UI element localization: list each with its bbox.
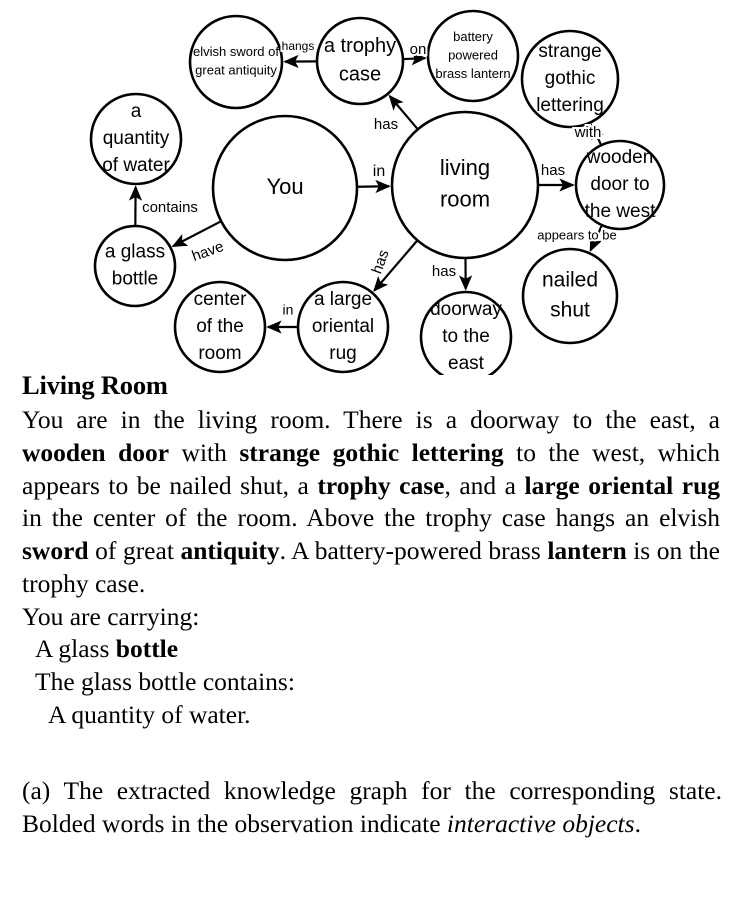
graph-node[interactable]: battery powered brass lantern: [426, 9, 520, 103]
graph-edge-label: has: [432, 263, 456, 280]
interactive-object-word: sword: [22, 536, 89, 566]
graph-node[interactable]: doorwayto theeast: [419, 290, 513, 375]
graph-node-circle[interactable]: [93, 224, 177, 308]
graph-edge-label: have: [190, 238, 226, 265]
graph-node[interactable]: nailed shut: [521, 247, 619, 345]
graph-node-label: center: [194, 289, 247, 310]
graph-node-label: case: [339, 63, 381, 85]
emphasis-text: interactive objects: [446, 808, 635, 838]
graph-node-label: elvish sword of: [193, 44, 279, 59]
graph-node-label: living: [440, 155, 490, 180]
graph-node[interactable]: elvish sword of great antiquity: [188, 14, 284, 110]
carrying-item: A glass bottle: [35, 634, 179, 664]
graph-node-circle[interactable]: [315, 16, 405, 106]
carrying-items: A glass bottle The glass bottle contains:…: [22, 633, 720, 731]
interactive-object-word: wooden door: [22, 437, 170, 467]
graph-edge-label: contains: [142, 199, 198, 216]
graph-node-circle[interactable]: [390, 110, 540, 260]
carrying-header: You are carrying:: [22, 601, 200, 631]
graph-nodes: elvish sword of great antiquity a trophy ca…: [89, 9, 666, 375]
observation-block: Living Room You are in the living room. …: [22, 368, 720, 732]
graph-node-circle[interactable]: [521, 247, 619, 345]
graph-node[interactable]: You: [211, 114, 359, 262]
graph-node-label: doorway: [430, 299, 502, 320]
graph-node-label: nailed: [542, 269, 598, 292]
graph-edge-label: has: [374, 116, 398, 133]
graph-node[interactable]: a large oriental rug: [296, 280, 390, 374]
graph-node-label: a trophy: [324, 35, 396, 57]
graph-node[interactable]: living room: [390, 110, 540, 260]
graph-node-label: a: [131, 101, 142, 122]
graph-node-label: room: [198, 343, 241, 364]
knowledge-graph: elvish sword of great antiquity a trophy ca…: [0, 0, 740, 375]
graph-node-label: rug: [329, 343, 356, 364]
graph-node-label: a glass: [105, 242, 165, 263]
interactive-object-word: antiquity: [180, 536, 280, 566]
graph-node-label: quantity: [103, 128, 170, 149]
interactive-object-word: strange gothic lettering: [239, 437, 504, 467]
graph-node-label: great antiquity: [195, 63, 277, 78]
interactive-object-word: trophy case: [317, 470, 445, 500]
graph-edge-label: hangs: [282, 39, 315, 53]
graph-edge-label: with: [574, 124, 602, 141]
graph-node-label: door to: [590, 174, 649, 195]
page-title: Living Room: [22, 370, 168, 400]
graph-node-label: bottle: [112, 269, 158, 290]
interactive-object-word: lantern: [547, 536, 627, 566]
graph-edge-label: in: [283, 302, 294, 318]
graph-edge-label: has: [541, 162, 565, 179]
interactive-object-word: large oriental rug: [524, 470, 721, 500]
graph-edge-label: on: [410, 41, 427, 58]
graph-node-label: powered: [448, 47, 498, 62]
graph-node-label: wooden: [586, 147, 654, 168]
graph-node[interactable]: center of the room: [173, 280, 267, 374]
graph-node-label: the west: [585, 201, 656, 222]
graph-node-label: strange: [538, 41, 601, 62]
graph-edge-label: in: [373, 163, 385, 180]
graph-node-label: lettering: [536, 95, 604, 116]
graph-node[interactable]: strange gothic lettering: [520, 29, 620, 129]
graph-node-label: to the: [442, 326, 490, 347]
carrying-item: A quantity of water.: [48, 699, 251, 729]
observation-text: You are in the living room. There is a d…: [22, 405, 721, 598]
graph-node[interactable]: a glass bottle: [93, 224, 177, 308]
graph-node-label: of water: [102, 155, 170, 176]
graph-edge: [403, 52, 427, 66]
graph-node-label: brass lantern: [435, 66, 510, 81]
graph-node-label: shut: [550, 298, 590, 321]
knowledge-graph-canvas: elvish sword of great antiquity a trophy ca…: [89, 9, 666, 375]
figure-caption: (a) The extracted knowledge graph for th…: [22, 776, 722, 838]
graph-edge: [357, 179, 391, 194]
graph-node[interactable]: a trophy case: [315, 16, 405, 106]
graph-node[interactable]: a quantity of water: [89, 92, 183, 186]
graph-node-label: gothic: [545, 68, 596, 89]
graph-node[interactable]: wooden door to the west: [574, 139, 666, 231]
graph-node-label: of the: [196, 316, 244, 337]
carrying-item: The glass bottle contains:: [35, 667, 295, 697]
interactive-object-word: bottle: [115, 634, 179, 664]
graph-node-label: room: [440, 186, 490, 211]
graph-node-label: oriental: [312, 316, 374, 337]
graph-node-label: a large: [314, 289, 372, 310]
graph-node-label: battery: [453, 29, 493, 44]
graph-node-label: You: [266, 174, 303, 199]
graph-edge-label: appears to be: [537, 227, 617, 242]
